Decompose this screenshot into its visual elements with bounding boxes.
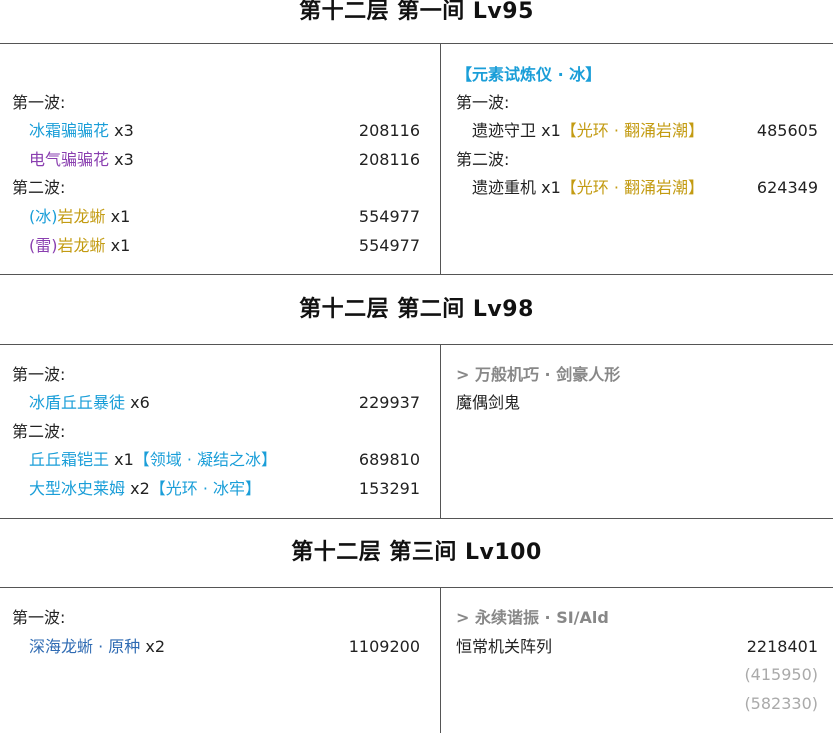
column-divider <box>440 43 441 274</box>
enemy-hp: 208116 <box>358 150 420 169</box>
enemy-name: 丘丘霜铠王 <box>29 450 110 469</box>
enemy-count: x3 <box>114 150 134 169</box>
enemy-row: (雷)岩龙蜥 x1 <box>29 232 130 260</box>
enemy-count: x2 <box>130 479 150 498</box>
enemy-count: x2 <box>145 637 166 656</box>
chamber-1-title: 第十二层 第一间 Lv95 <box>299 0 534 24</box>
enemy-hp: 689810 <box>358 450 420 469</box>
enemy-hp: 229937 <box>358 393 420 412</box>
wave-1-label: 第一波: <box>456 93 510 112</box>
enemy-row: 遗迹重机 x1【光环 · 翻涌岩潮】 <box>472 174 704 202</box>
enemy-hp: 485605 <box>756 121 818 140</box>
enemy-row: 大型冰史莱姆 x2【光环 · 冰牢】 <box>29 475 261 503</box>
enemy-name: 岩龙蜥 <box>57 207 106 226</box>
ley-line-header: 【元素试炼仪 · 冰】 <box>456 65 602 84</box>
enemy-count: x3 <box>114 121 134 140</box>
enemy-name: 冰霜骗骗花 <box>29 121 110 140</box>
enemy-count: x1 <box>541 178 561 197</box>
enemy-count: x1 <box>110 236 131 255</box>
divider <box>0 587 833 588</box>
wave-1-label: 第一波: <box>12 365 66 384</box>
column-divider <box>440 587 441 733</box>
enemy-count: x6 <box>130 393 150 412</box>
enemy-row: 遗迹守卫 x1【光环 · 翻涌岩潮】 <box>472 117 704 145</box>
divider <box>0 344 833 345</box>
wave-2-label: 第二波: <box>12 178 66 197</box>
enemy-tag: 【领域 · 凝结之冰】 <box>133 450 278 469</box>
enemy-count: x1 <box>110 207 131 226</box>
wave-1-label: 第一波: <box>12 93 66 112</box>
enemy-name: 岩龙蜥 <box>57 236 106 255</box>
wave-2-label: 第二波: <box>12 422 66 441</box>
enemy-row: 丘丘霜铠王 x1【领域 · 凝结之冰】 <box>29 446 277 474</box>
enemy-name: 深海龙蜥 · 原种 <box>29 637 141 656</box>
enemy-name: 魔偶剑鬼 <box>456 393 521 412</box>
enemy-hp: 1109200 <box>348 637 420 656</box>
enemy-tag: 【光环 · 冰牢】 <box>149 479 262 498</box>
enemy-tag: 【光环 · 翻涌岩潮】 <box>560 121 705 140</box>
enemy-sub-hp: (415950) <box>744 665 818 684</box>
enemy-row: 冰霜骗骗花 x3 <box>29 117 134 145</box>
enemy-row: 冰盾丘丘暴徒 x6 <box>29 389 150 417</box>
enemy-name: 恒常机关阵列 <box>456 637 553 656</box>
enemy-name: 冰盾丘丘暴徒 <box>29 393 126 412</box>
enemy-name: 遗迹重机 <box>472 178 537 197</box>
chamber-3-title: 第十二层 第三间 Lv100 <box>291 540 542 565</box>
enemy-hp: 624349 <box>756 178 818 197</box>
enemy-hp: 554977 <box>358 207 420 226</box>
divider <box>0 518 833 519</box>
enemy-prefix: (冰) <box>29 207 58 226</box>
enemy-prefix: (雷) <box>29 236 58 255</box>
ley-line-header: > 永续谐振 · SI/Ald <box>456 608 609 627</box>
chamber-2-title: 第十二层 第二间 Lv98 <box>299 297 534 322</box>
enemy-hp: 208116 <box>358 121 420 140</box>
wave-2-label: 第二波: <box>456 150 510 169</box>
enemy-count: x1 <box>114 450 134 469</box>
wave-1-label: 第一波: <box>12 608 66 627</box>
enemy-name: 遗迹守卫 <box>472 121 537 140</box>
enemy-row: (冰)岩龙蜥 x1 <box>29 203 130 231</box>
enemy-tag: 【光环 · 翻涌岩潮】 <box>560 178 705 197</box>
enemy-count: x1 <box>541 121 561 140</box>
enemy-row: 深海龙蜥 · 原种 x2 <box>29 633 165 661</box>
enemy-name: 电气骗骗花 <box>29 150 110 169</box>
enemy-row: 电气骗骗花 x3 <box>29 146 134 174</box>
column-divider <box>440 344 441 518</box>
divider <box>0 274 833 275</box>
enemy-hp: 554977 <box>358 236 420 255</box>
divider <box>0 43 833 44</box>
ley-line-header: > 万般机巧 · 剑豪人形 <box>456 365 621 384</box>
enemy-hp: 2218401 <box>746 637 818 656</box>
enemy-sub-hp: (582330) <box>744 694 818 713</box>
enemy-name: 大型冰史莱姆 <box>29 479 126 498</box>
enemy-hp: 153291 <box>358 479 420 498</box>
